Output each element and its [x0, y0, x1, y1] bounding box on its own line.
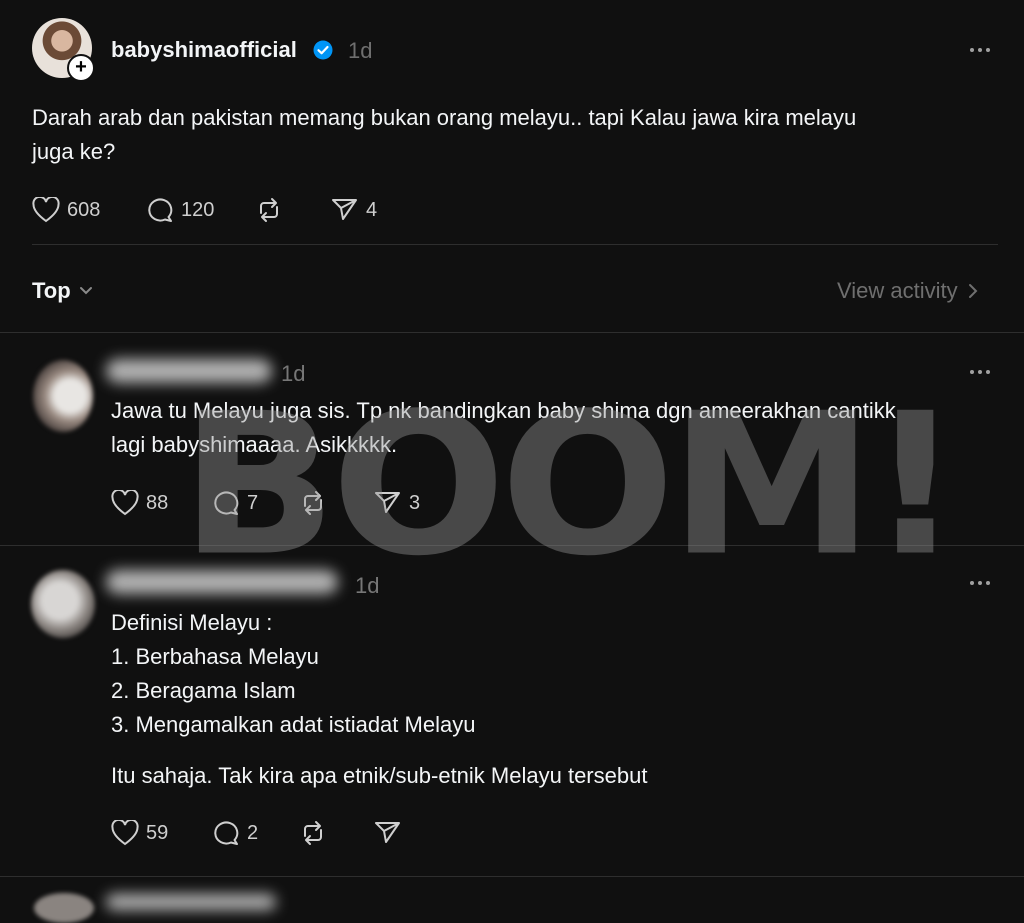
sort-label: Top — [32, 278, 71, 303]
repost-icon — [260, 198, 278, 222]
reply-comment-count: 7 — [247, 491, 259, 514]
reply-time: 1d — [281, 361, 306, 386]
heart-icon — [111, 820, 139, 846]
comment-icon — [214, 821, 239, 845]
reply-definition-item-3: 3. Mengamalkan adat istiadat Melayu — [111, 712, 476, 737]
reply-avatar[interactable] — [31, 570, 95, 638]
reply-text-line-1: Jawa tu Melayu juga sis. Tp nk bandingka… — [111, 398, 896, 423]
reply-definition-item-1: 1. Berbahasa Melayu — [111, 644, 319, 669]
reply-avatar[interactable] — [34, 893, 94, 923]
heart-icon — [32, 197, 60, 223]
reply-like-count: 88 — [146, 491, 169, 514]
chevron-down-icon — [79, 287, 92, 295]
post-text-line-1: Darah arab dan pakistan memang bukan ora… — [32, 105, 857, 130]
author-username[interactable]: babyshimaofficial — [111, 37, 297, 63]
view-activity-link[interactable]: View activity — [837, 278, 978, 304]
reply-time: 1d — [355, 573, 380, 598]
repost-icon — [304, 491, 322, 515]
reply-share-count: 3 — [409, 491, 421, 514]
reply-comment-button[interactable]: 7 — [212, 490, 258, 516]
reply-text-line-2: lagi babyshimaaaa. Asikkkkk. — [111, 432, 398, 457]
reply-repost-button[interactable] — [299, 490, 327, 516]
reply-comment-button[interactable]: 2 — [212, 820, 258, 846]
reply-share-button[interactable] — [374, 820, 402, 846]
reply-more-options-icon[interactable] — [970, 581, 990, 585]
reply-definition-heading: Definisi Melayu : — [111, 610, 273, 635]
reply-username-blurred[interactable] — [106, 359, 272, 383]
post-repost-button[interactable] — [255, 197, 283, 223]
post-like-button[interactable]: 608 — [32, 197, 100, 223]
reply-username-blurred[interactable] — [106, 570, 338, 594]
post-text-line-2: juga ke? — [32, 139, 116, 164]
reply-divider — [0, 876, 1024, 877]
reply-share-button[interactable]: 3 — [374, 490, 420, 516]
share-icon — [375, 822, 400, 843]
reply-like-button[interactable]: 59 — [111, 820, 168, 846]
post-share-count: 4 — [366, 198, 378, 221]
reply-like-count: 59 — [146, 821, 169, 844]
post-like-count: 608 — [67, 198, 101, 221]
share-icon — [375, 492, 400, 513]
reply-repost-button[interactable] — [299, 820, 327, 846]
repost-icon — [304, 821, 322, 845]
comment-icon — [148, 198, 173, 222]
reply-avatar[interactable] — [33, 360, 93, 432]
reply-comment-count: 2 — [247, 821, 259, 844]
follow-plus-icon[interactable]: + — [67, 54, 95, 82]
post-share-button[interactable]: 4 — [331, 197, 377, 223]
reply-closing-text: Itu sahaja. Tak kira apa etnik/sub-etnik… — [111, 763, 648, 788]
post-comment-button[interactable]: 120 — [146, 197, 214, 223]
post-more-options-icon[interactable] — [970, 48, 990, 52]
view-activity-label: View activity — [837, 278, 958, 303]
section-divider — [0, 332, 1024, 333]
sort-dropdown[interactable]: Top — [32, 278, 93, 304]
post-divider — [32, 244, 998, 245]
post-time: 1d — [348, 38, 373, 63]
share-icon — [332, 199, 357, 220]
chevron-right-icon — [968, 284, 978, 298]
post-comment-count: 120 — [181, 198, 215, 221]
reply-definition-item-2: 2. Beragama Islam — [111, 678, 296, 703]
comment-icon — [214, 491, 239, 515]
verified-badge-icon — [313, 40, 333, 60]
reply-divider — [0, 545, 1024, 546]
reply-more-options-icon[interactable] — [970, 370, 990, 374]
reply-like-button[interactable]: 88 — [111, 490, 168, 516]
reply-username-blurred[interactable] — [106, 894, 276, 910]
heart-icon — [111, 490, 139, 516]
